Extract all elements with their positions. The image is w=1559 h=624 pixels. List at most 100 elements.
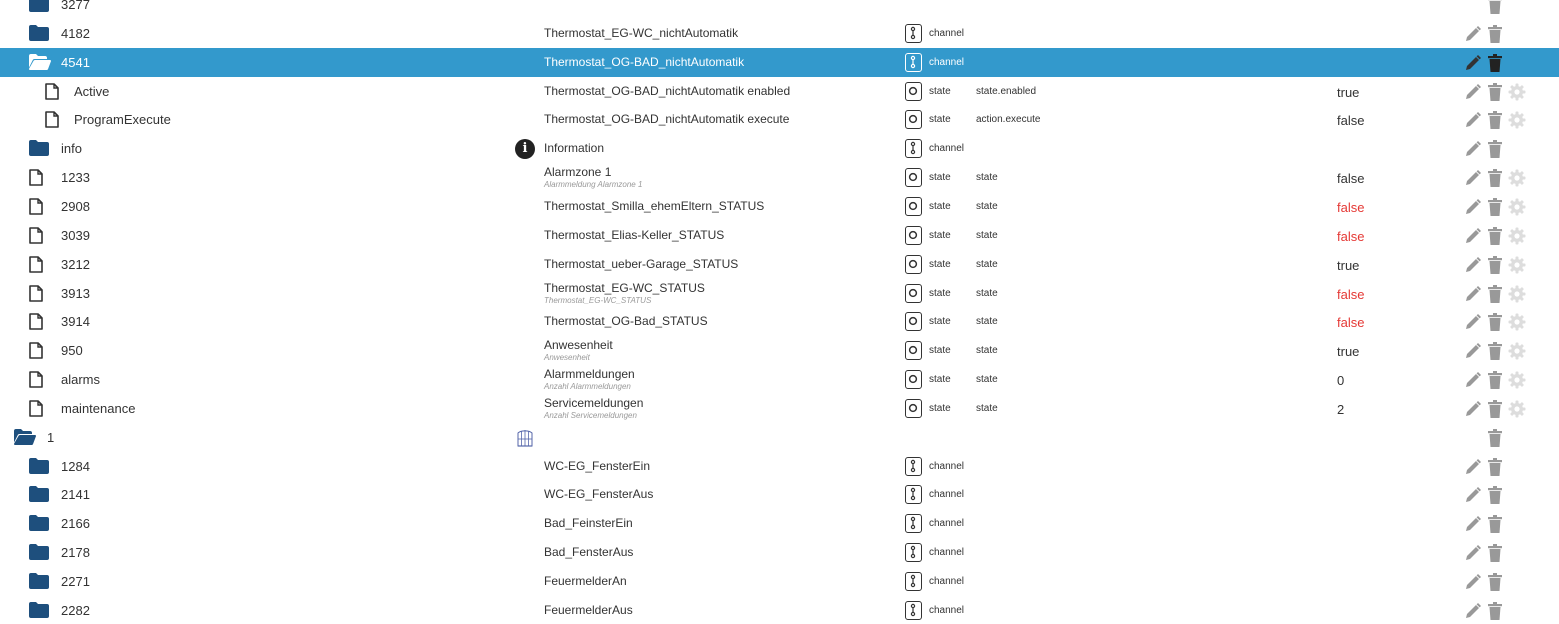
object-id[interactable]: 2271 (61, 574, 90, 589)
gear-icon[interactable] (1508, 371, 1526, 389)
tree-row[interactable]: 4182 Thermostat_EG-WC_nichtAutomatik chann… (0, 19, 1559, 48)
pencil-icon[interactable] (1464, 371, 1482, 389)
object-id[interactable]: 2282 (61, 603, 90, 618)
folder-icon[interactable] (29, 601, 49, 619)
object-id[interactable]: alarms (61, 372, 100, 387)
file-icon[interactable] (29, 400, 49, 417)
trash-icon[interactable] (1488, 313, 1502, 332)
object-value[interactable]: true (1337, 258, 1359, 273)
tree-row[interactable]: 2178 Bad_FensterAus channel (0, 538, 1559, 567)
gear-icon[interactable] (1508, 285, 1526, 303)
gear-icon[interactable] (1508, 111, 1526, 129)
tree-row[interactable]: 1233 Alarmzone 1 Alarmmeldung Alarmzone 1 s… (0, 163, 1559, 192)
object-value[interactable]: true (1337, 85, 1359, 100)
object-id[interactable]: 950 (61, 343, 83, 358)
trash-icon[interactable] (1488, 82, 1502, 101)
object-value[interactable]: 0 (1337, 373, 1344, 388)
trash-icon[interactable] (1488, 284, 1502, 303)
object-id[interactable]: 2908 (61, 199, 90, 214)
object-value[interactable]: false (1337, 287, 1364, 302)
object-id[interactable]: 3212 (61, 257, 90, 272)
gear-icon[interactable] (1508, 169, 1526, 187)
gear-icon[interactable] (1508, 256, 1526, 274)
tree-row[interactable]: 1 (0, 423, 1559, 452)
object-id[interactable]: Active (74, 84, 109, 99)
trash-icon[interactable] (1488, 544, 1502, 563)
file-icon[interactable] (29, 371, 49, 388)
folder-open-icon[interactable] (29, 53, 51, 71)
gear-icon[interactable] (1508, 400, 1526, 418)
folder-icon[interactable] (29, 486, 49, 503)
pencil-icon[interactable] (1464, 54, 1482, 72)
object-value[interactable]: false (1337, 113, 1364, 128)
object-id[interactable]: maintenance (61, 401, 135, 416)
tree-row[interactable]: 3914 Thermostat_OG-Bad_STATUS state state fa… (0, 307, 1559, 336)
tree-row[interactable]: 2141 WC-EG_FensterAus channel (0, 480, 1559, 509)
object-id[interactable]: 1284 (61, 459, 90, 474)
folder-icon[interactable] (29, 140, 49, 157)
object-id[interactable]: 4182 (61, 26, 90, 41)
trash-icon[interactable] (1488, 342, 1502, 361)
file-icon[interactable] (29, 313, 49, 331)
pencil-icon[interactable] (1464, 486, 1482, 504)
tree-row[interactable]: 2908 Thermostat_Smilla_ehemEltern_STATUS s… (0, 192, 1559, 221)
object-id[interactable]: 1233 (61, 170, 90, 185)
object-value[interactable]: false (1337, 229, 1364, 244)
pencil-icon[interactable] (1464, 544, 1482, 562)
object-id[interactable]: ProgramExecute (74, 112, 171, 127)
gear-icon[interactable] (1508, 313, 1526, 331)
tree-row[interactable]: 1284 WC-EG_FensterEin channel (0, 452, 1559, 481)
tree-row[interactable]: 3277 (0, 0, 1559, 19)
trash-icon[interactable] (1488, 53, 1502, 72)
folder-icon[interactable] (29, 573, 49, 590)
tree-row[interactable]: 4541 Thermostat_OG-BAD_nichtAutomatik chan… (0, 47, 1559, 77)
folder-open-icon[interactable] (14, 428, 36, 446)
pencil-icon[interactable] (1464, 83, 1482, 101)
pencil-icon[interactable] (1464, 313, 1482, 331)
tree-row[interactable]: maintenance Servicemeldungen Anzahl Servic… (0, 394, 1559, 423)
pencil-icon[interactable] (1464, 515, 1482, 533)
pencil-icon[interactable] (1464, 342, 1482, 360)
trash-icon[interactable] (1488, 399, 1502, 418)
gear-icon[interactable] (1508, 198, 1526, 216)
object-value[interactable]: false (1337, 315, 1364, 330)
pencil-icon[interactable] (1464, 285, 1482, 303)
pencil-icon[interactable] (1464, 140, 1482, 158)
object-id[interactable]: info (61, 141, 82, 156)
trash-icon[interactable] (1488, 226, 1502, 245)
object-value[interactable]: false (1337, 200, 1364, 215)
trash-icon[interactable] (1488, 24, 1502, 43)
tree-row[interactable]: 2282 FeuermelderAus channel (0, 596, 1559, 624)
trash-icon[interactable] (1488, 428, 1502, 447)
pencil-icon[interactable] (1464, 573, 1482, 591)
file-icon[interactable] (29, 169, 49, 186)
file-icon[interactable] (45, 82, 65, 100)
tree-row[interactable]: 2271 FeuermelderAn channel (0, 567, 1559, 596)
object-id[interactable]: 2141 (61, 487, 90, 502)
object-id[interactable]: 3277 (61, 0, 90, 12)
folder-icon[interactable] (29, 515, 49, 532)
object-id[interactable]: 2178 (61, 545, 90, 560)
tree-row[interactable]: 3039 Thermostat_Elias-Keller_STATUS state s… (0, 221, 1559, 250)
trash-icon[interactable] (1488, 515, 1502, 534)
pencil-icon[interactable] (1464, 602, 1482, 620)
object-id[interactable]: 4541 (61, 55, 90, 70)
object-id[interactable]: 3914 (61, 314, 90, 329)
trash-icon[interactable] (1488, 197, 1502, 216)
pencil-icon[interactable] (1464, 169, 1482, 187)
folder-icon[interactable] (29, 24, 49, 42)
gear-icon[interactable] (1508, 342, 1526, 360)
pencil-icon[interactable] (1464, 458, 1482, 476)
file-icon[interactable] (29, 342, 49, 359)
trash-icon[interactable] (1488, 111, 1502, 130)
pencil-icon[interactable] (1464, 111, 1482, 129)
tree-row[interactable]: 950 Anwesenheit Anwesenheit state state true (0, 336, 1559, 365)
object-id[interactable]: 3913 (61, 286, 90, 301)
file-icon[interactable] (29, 284, 49, 302)
pencil-icon[interactable] (1464, 227, 1482, 245)
object-value[interactable]: 2 (1337, 402, 1344, 417)
pencil-icon[interactable] (1464, 256, 1482, 274)
tree-row[interactable]: 3212 Thermostat_ueber-Garage_STATUS state s… (0, 250, 1559, 279)
trash-icon[interactable] (1488, 0, 1502, 14)
file-icon[interactable] (45, 111, 65, 129)
